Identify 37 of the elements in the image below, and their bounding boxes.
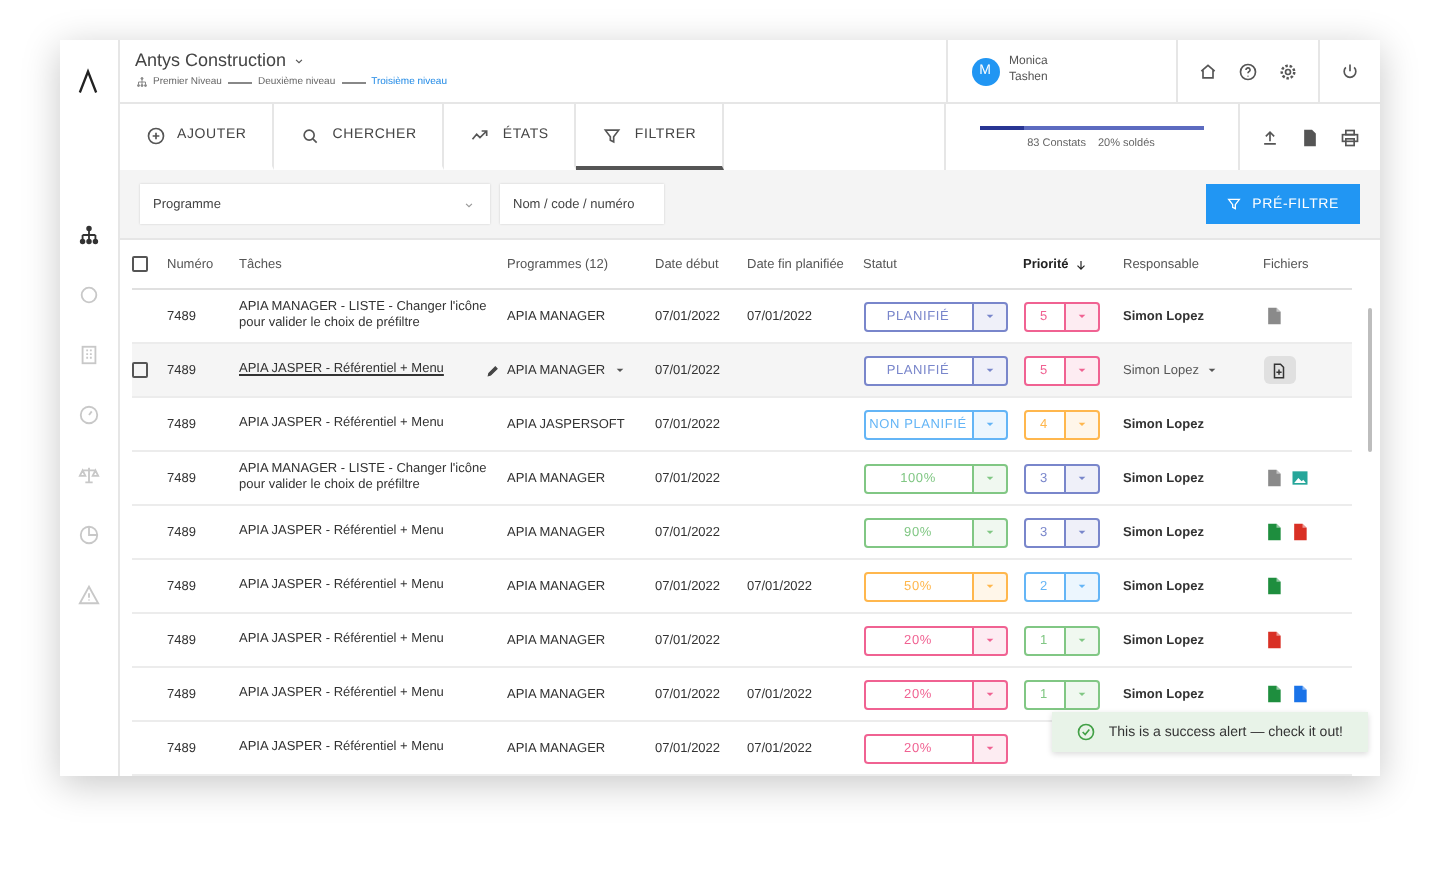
add-file-icon: [1270, 361, 1288, 379]
trend-icon: [470, 125, 491, 145]
separator-line: [227, 81, 252, 83]
hierarchy-icon[interactable]: [77, 224, 99, 246]
filter-icon: [602, 125, 623, 145]
home-icon[interactable]: [1197, 61, 1217, 81]
add-icon: [145, 125, 165, 145]
file-icon[interactable]: [1289, 684, 1309, 704]
settings-icon[interactable]: [1277, 61, 1297, 81]
print-icon[interactable]: [1339, 127, 1359, 147]
app-title[interactable]: Antys Construction: [135, 50, 287, 70]
file-icon[interactable]: [1263, 684, 1283, 704]
image-icon[interactable]: [1289, 468, 1309, 488]
file-icon[interactable]: [1263, 522, 1283, 542]
logo-icon: [74, 68, 102, 96]
file-icon[interactable]: [1289, 522, 1309, 542]
document-icon[interactable]: [1263, 468, 1283, 488]
sort-arrow-icon[interactable]: [1074, 257, 1089, 271]
chevron-icon[interactable]: [292, 53, 307, 67]
search-icon: [300, 125, 321, 145]
check-circle-icon: [1076, 722, 1097, 742]
file-icon[interactable]: [1263, 630, 1283, 650]
separator-line: [341, 81, 366, 83]
document-icon[interactable]: [1263, 306, 1283, 326]
checkbox[interactable]: [131, 362, 147, 378]
chevron-icon: [461, 197, 475, 211]
scrollbar-thumb[interactable]: [1367, 308, 1371, 452]
filter-icon: [1226, 196, 1243, 212]
hierarchy-icon: [135, 76, 147, 88]
upload-icon[interactable]: [1259, 127, 1279, 147]
add-file-button[interactable]: [1263, 356, 1295, 384]
help-icon[interactable]: [1237, 61, 1257, 81]
power-icon[interactable]: [1339, 61, 1359, 81]
file-icon[interactable]: [1263, 576, 1283, 596]
pencil-icon[interactable]: [485, 363, 499, 377]
document-icon[interactable]: [1299, 127, 1319, 147]
checkbox[interactable]: [131, 256, 147, 272]
